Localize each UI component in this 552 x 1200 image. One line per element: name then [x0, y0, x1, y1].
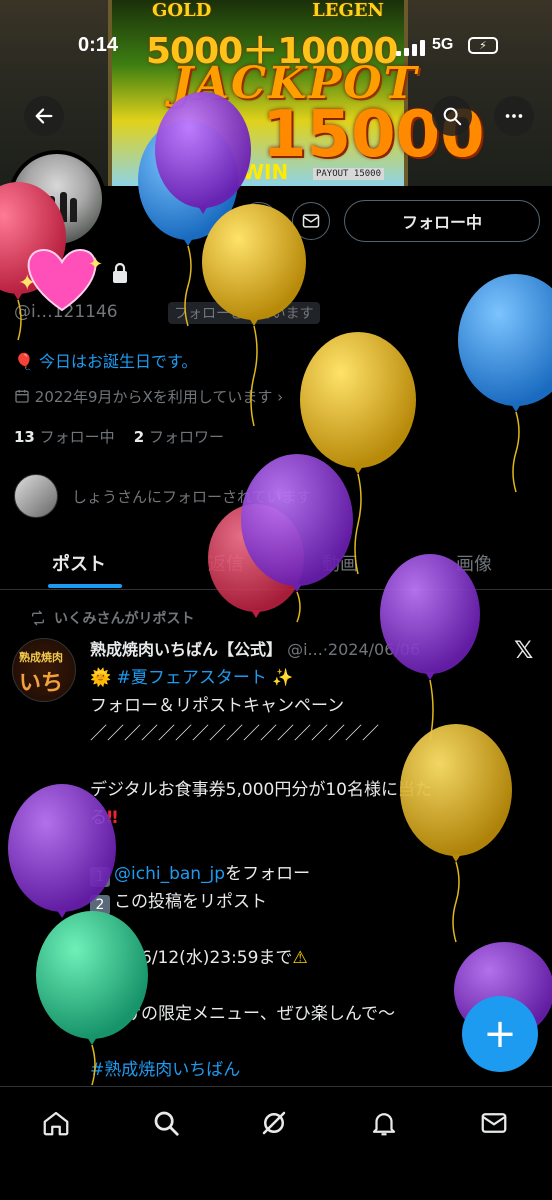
- mutual-text: しょうさんにフォローされています: [72, 488, 312, 506]
- follow-counts: 13 フォロー中 2 フォロワー: [14, 426, 224, 447]
- chevron-right-icon: ›: [277, 388, 284, 406]
- nav-home[interactable]: [36, 1103, 76, 1143]
- post-author-name[interactable]: 熟成焼肉いちばん【公式】: [90, 640, 282, 659]
- network-label: 5G: [432, 36, 454, 53]
- tab-videos[interactable]: 動画: [322, 550, 358, 576]
- back-arrow-icon: [35, 108, 53, 124]
- search-button[interactable]: [432, 96, 472, 136]
- signal-icon: [396, 40, 426, 56]
- search-icon: [443, 107, 462, 126]
- notifications-icon: [372, 1113, 396, 1136]
- svg-text:✦: ✦: [88, 254, 103, 275]
- following-label: フォロー中: [39, 428, 115, 446]
- following-button[interactable]: フォロー中: [344, 200, 540, 242]
- bottom-navigation: [0, 1086, 552, 1200]
- warning-emoji: ⚠: [292, 948, 308, 968]
- post-author-handle[interactable]: @i...: [287, 640, 323, 659]
- active-tab-indicator: [48, 584, 122, 588]
- keycap-1-icon: 1: [90, 867, 110, 887]
- home-icon: [43, 1111, 69, 1136]
- joined-text: 2022年9月からXを利用しています: [34, 388, 273, 406]
- notifications-icon: [251, 214, 267, 230]
- birthday-text: 今日はお誕生日です。: [39, 352, 198, 371]
- post-line-prize-end: る: [90, 808, 107, 828]
- followers-label: フォロワー: [148, 428, 224, 446]
- exclamation-emoji: ‼: [107, 808, 118, 828]
- calendar-icon: [15, 390, 29, 403]
- sparkles-emoji: ✨: [272, 668, 294, 688]
- tab-images[interactable]: 画像: [456, 550, 492, 576]
- profile-tabs: ポスト 返信 動画 画像: [0, 530, 552, 590]
- messages-icon: [481, 1113, 507, 1133]
- nav-grok[interactable]: [254, 1103, 294, 1143]
- hashtag-summer-fair[interactable]: #夏フェアスタート: [117, 668, 267, 688]
- plus-icon: +: [483, 1011, 517, 1057]
- message-icon: [302, 214, 320, 228]
- compose-button[interactable]: +: [462, 996, 538, 1072]
- status-time: 0:14: [78, 34, 119, 56]
- post-line-prize: デジタルお食事券5,000円分が10名様に当た: [90, 780, 432, 800]
- joined-line[interactable]: 2022年9月からXを利用しています ›: [14, 386, 283, 407]
- banner-gold-text: GOLD: [152, 0, 212, 21]
- post-line-slashes: ／／／／／／／／／／／／／／／／／: [90, 724, 379, 744]
- follows-you-badge: フォローされています: [168, 302, 320, 324]
- repost-text: いくみさんがリポスト: [54, 611, 195, 627]
- nav-notifications[interactable]: [364, 1103, 404, 1143]
- tab-posts[interactable]: ポスト: [52, 550, 106, 576]
- notify-button[interactable]: [240, 202, 278, 240]
- grok-icon: [262, 1111, 286, 1135]
- status-bar: 0:14 5G ⚡: [0, 26, 552, 66]
- repost-indicator[interactable]: いくみさんがリポスト: [31, 608, 195, 628]
- post-author-avatar[interactable]: 熟成焼肉 いちばん: [12, 638, 76, 702]
- nav-search[interactable]: [146, 1103, 186, 1143]
- back-button[interactable]: [24, 96, 64, 136]
- banner-win-text: WIN: [242, 160, 289, 184]
- balloon-blue-right: [458, 274, 552, 493]
- post-line-campaign: フォロー＆リポストキャンペーン: [90, 696, 345, 716]
- followers-count: 2: [133, 428, 145, 446]
- hashtag-footer[interactable]: #熟成焼肉いちばん: [90, 1056, 530, 1084]
- deadline-text: 応募は6/12(水)23:59まで: [90, 948, 293, 968]
- keycap-2-icon: 2: [90, 895, 110, 915]
- search-icon: [154, 1111, 179, 1136]
- message-button[interactable]: [292, 202, 330, 240]
- repost-icon: [31, 610, 44, 626]
- battery-icon: ⚡: [468, 37, 498, 54]
- balloon-icon: 🎈: [14, 352, 34, 371]
- tab-replies[interactable]: 返信: [208, 550, 244, 576]
- x-logo-icon: 𝕏: [514, 636, 534, 664]
- post-header: 熟成焼肉いちばん【公式】 @i...·2024/06/06: [90, 640, 421, 659]
- step1-text: をフォロー: [225, 864, 311, 884]
- nav-messages[interactable]: [474, 1103, 514, 1143]
- heart-sparkle-icon: ✦ ✦: [18, 248, 103, 312]
- profile-avatar[interactable]: [8, 150, 106, 248]
- following-link[interactable]: 13 フォロー中: [14, 428, 115, 446]
- birthday-line: 🎈 今日はお誕生日です。: [14, 348, 197, 372]
- profile-handle: @i…121146: [14, 302, 118, 322]
- following-count: 13: [14, 428, 35, 446]
- post-date[interactable]: 2024/06/06: [328, 640, 420, 659]
- followers-link[interactable]: 2 フォロワー: [134, 428, 224, 446]
- lock-icon: [113, 262, 127, 283]
- avatar-text-top: 熟成焼肉: [19, 651, 63, 664]
- mutual-avatar: [14, 474, 58, 518]
- banner-legend-text: LEGEN: [312, 0, 384, 21]
- svg-text:✦: ✦: [18, 271, 36, 296]
- more-button[interactable]: [494, 96, 534, 136]
- avatar-text-bottom: いちばん: [19, 670, 64, 696]
- step2-text: この投稿をリポスト: [114, 892, 267, 912]
- more-icon: [505, 114, 523, 118]
- banner-payout-text: PAYOUT 15000: [312, 168, 384, 180]
- sun-emoji: 🌞: [90, 668, 112, 688]
- mention-ichiban[interactable]: @ichi_ban_jp: [114, 864, 225, 884]
